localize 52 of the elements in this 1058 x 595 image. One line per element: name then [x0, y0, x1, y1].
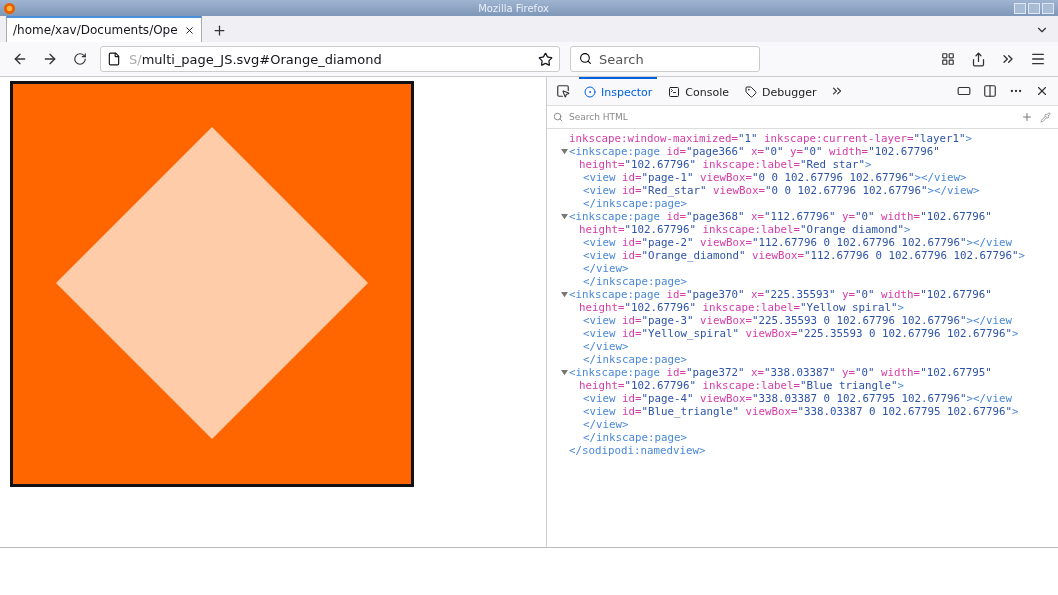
markup-line: <view id="Blue_triangle" viewBox="338.03387 0 102.67795 102.67796"></view>: [583, 405, 1020, 431]
address-bar[interactable]: S/multi_page_JS.svg#Orange_diamond: [100, 46, 560, 72]
markup-line: </inkscape:page>: [583, 275, 687, 288]
markup-line: <view id="page-1" viewBox="0 0 102.67796 102.67796"></view>: [583, 171, 967, 184]
devtools-tab[interactable]: Inspector: [579, 77, 658, 105]
triangle-icon[interactable]: [561, 213, 568, 220]
page-icon: [107, 52, 121, 66]
plus-icon: [212, 22, 228, 38]
markup-line: <view id="page-2" viewBox="112.67796 0 102.67796 102.67796"></view: [583, 236, 1013, 249]
pipette-icon: [1039, 111, 1051, 123]
markup-line: </inkscape:page>: [583, 431, 687, 444]
tag-icon: [745, 86, 757, 98]
firefox-logo-icon: [4, 2, 15, 14]
triangle-icon[interactable]: [561, 291, 568, 298]
search-icon: [579, 52, 592, 65]
arrow-right-icon: [42, 51, 58, 67]
pointer-icon: [556, 84, 570, 98]
markup-line: <view id="page-4" viewBox="338.03387 0 102.67795 102.67796"></view: [583, 392, 1013, 405]
search-icon: [553, 112, 563, 122]
star-icon[interactable]: [538, 51, 553, 67]
reload-icon: [73, 52, 87, 66]
add-node-button[interactable]: [1020, 110, 1034, 124]
grid-icon: [941, 52, 955, 66]
markup-line: </inkscape:page>: [583, 197, 687, 210]
circle-icon: [584, 86, 596, 98]
markup-line: inkscape:window-maximized="1" inkscape:current-layer="layer1">: [569, 132, 973, 145]
markup-line: </sodipodi:namedview>: [569, 444, 706, 457]
markup-line: <inkscape:page id="page366" x="0" y="0" width="102.67796" height="102.67796" inkscape:label="Red star">: [569, 145, 941, 171]
close-icon: [1035, 84, 1049, 98]
triangle-icon[interactable]: [561, 148, 568, 155]
columns-icon: [983, 84, 997, 98]
url-text: S/multi_page_JS.svg#Orange_diamond: [129, 51, 383, 67]
markup-line: <view id="Orange_diamond" viewBox="112.67796 0 102.67796 102.67796"></view>: [583, 249, 1027, 275]
markup-line: <view id="Red_star" viewBox="0 0 102.67796 102.67796"></view>: [583, 184, 980, 197]
menu-icon: [1030, 51, 1046, 67]
close-icon[interactable]: [183, 24, 195, 36]
plus-icon: [1021, 111, 1033, 123]
rectangle-icon: [957, 84, 971, 98]
markup-line: <view id="page-3" viewBox="225.35593 0 102.67796 102.67796"></view: [583, 314, 1013, 327]
search-field[interactable]: Search: [570, 46, 760, 72]
markup-line: <view id="Yellow_spiral" viewBox="225.35593 0 102.67796 102.67796"></view>: [583, 327, 1020, 353]
markup-line: <inkscape:page id="page372" x="338.03387" y="0" width="102.67795" height="102.67796" inkscape:label="Blue triangle">: [569, 366, 993, 392]
devtools-tab[interactable]: Debugger: [740, 77, 822, 105]
terminal-icon: [668, 86, 681, 98]
markup-line: <inkscape:page id="page370" x="225.35593" y="0" width="102.67796" height="102.67796" inkscape:label="Yellow spiral">: [569, 288, 993, 314]
triangle-icon[interactable]: [561, 369, 568, 376]
markup-line: <inkscape:page id="page368" x="112.67796" y="0" width="102.67796" height="102.67796" inkscape:label="Orange diamond">: [569, 210, 993, 236]
window-title: Mozilla Firefox: [477, 2, 550, 14]
devtools-tab[interactable]: Console: [663, 77, 734, 105]
share-icon: [970, 51, 986, 67]
markup-line: </inkscape:page>: [583, 353, 687, 366]
browser-tab[interactable]: /home/xav/Documents/Ope: [6, 16, 202, 42]
